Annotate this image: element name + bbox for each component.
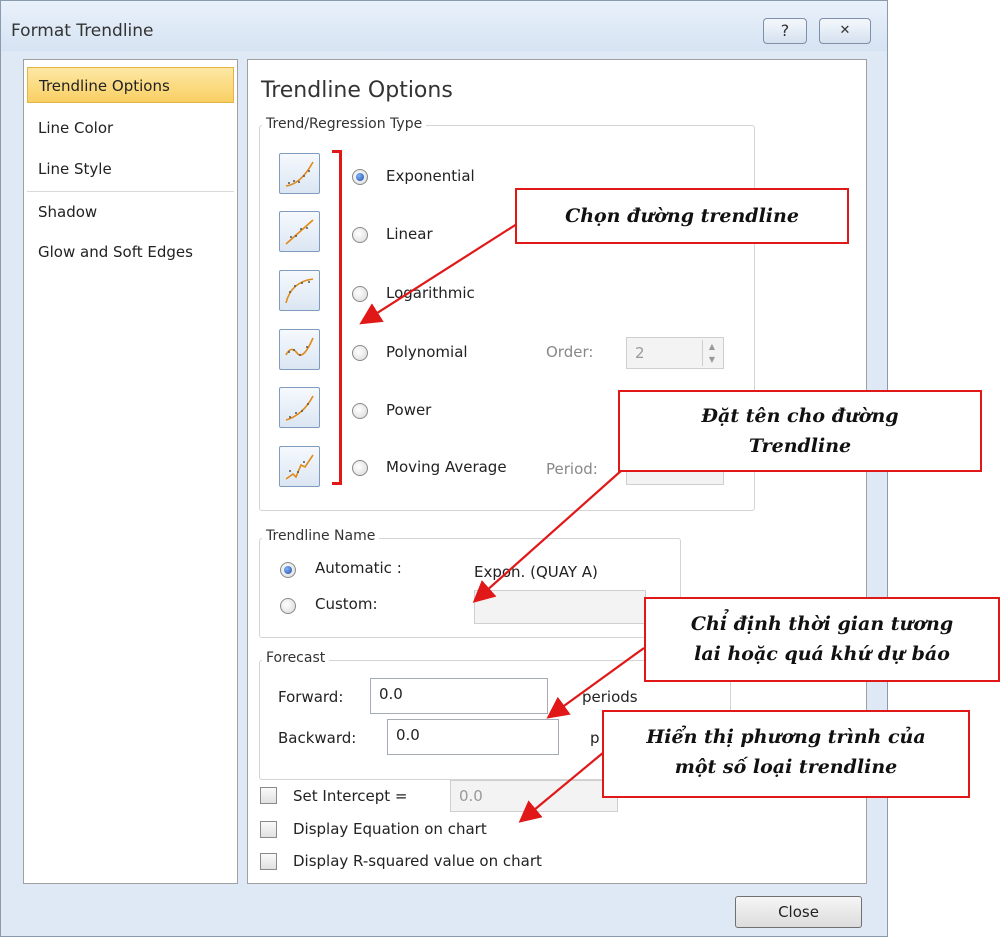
arrow-choose-trendline [359,221,521,325]
callout-equation-line2: một số loại trendline [674,756,898,778]
callout-trendline-name: Đặt tên cho đường Trendline [618,390,982,472]
callout-equation: Hiển thị phương trình của một số loại tr… [602,710,970,798]
callout-equation-line1: Hiển thị phương trình của [646,726,926,748]
arrow-equation [518,751,605,823]
callout-forecast-line1: Chỉ định thời gian tương [690,613,954,635]
callout-name-line2: Trendline [748,435,852,457]
arrow-trendline-name [472,469,623,603]
callout-choose-trendline-text: Chọn đường trendline [565,205,799,227]
callout-choose-trendline: Chọn đường trendline [515,188,849,244]
callout-forecast-line2: lai hoặc quá khứ dự báo [694,643,950,665]
arrow-forecast [546,647,645,719]
callout-name-line1: Đặt tên cho đường [701,405,899,427]
callout-forecast: Chỉ định thời gian tương lai hoặc quá kh… [644,597,1000,682]
